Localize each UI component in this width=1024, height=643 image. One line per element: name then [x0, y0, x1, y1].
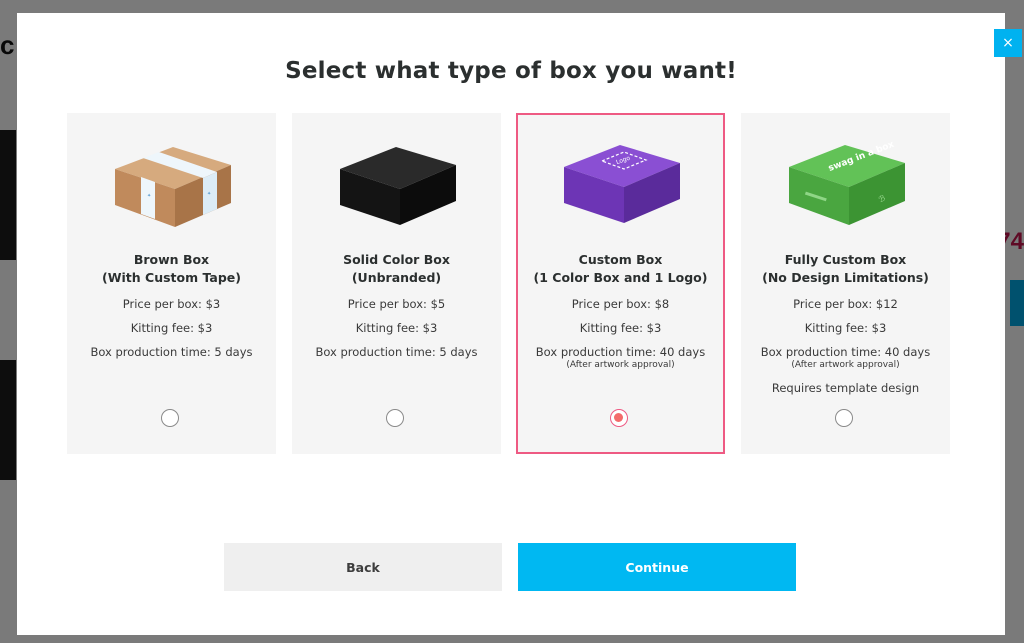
- kitting-fee: Kitting fee: $3: [130, 321, 213, 335]
- black-box-image: [340, 147, 456, 225]
- production-time: Box production time: 5 days: [90, 345, 253, 359]
- radio-selected-dot: [614, 413, 623, 422]
- box-option-name: Fully Custom Box (No Design Limitations): [762, 252, 929, 285]
- box-option-fully-custom[interactable]: swag in a box ℬ Fully Custom Box (No Des…: [741, 113, 950, 454]
- box-option-details: Price per box: $8 Kitting fee: $3 Box pr…: [518, 297, 723, 381]
- box-option-brown[interactable]: ✦ ✦ Brown Box (With Custom Tape) Price p…: [67, 113, 276, 454]
- template-requirement: Requires template design: [771, 381, 920, 395]
- box-option-custom[interactable]: Logo Custom Box (1 Color Box and 1 Logo)…: [516, 113, 725, 454]
- box-type-modal: Select what type of box you want! ✦ ✦ Br…: [17, 13, 1005, 635]
- box-option-name: Custom Box (1 Color Box and 1 Logo): [533, 252, 708, 285]
- kitting-fee: Kitting fee: $3: [579, 321, 662, 335]
- svg-text:✦: ✦: [147, 193, 151, 199]
- price-per-box: Price per box: $3: [122, 297, 221, 311]
- production-time: Box production time: 5 days: [315, 345, 478, 359]
- artwork-approval-note: (After artwork approval): [791, 360, 900, 370]
- box-option-radio[interactable]: [835, 409, 853, 427]
- continue-button[interactable]: Continue: [518, 543, 796, 591]
- artwork-approval-note: (After artwork approval): [566, 360, 675, 370]
- box-option-solid[interactable]: Solid Color Box (Unbranded) Price per bo…: [292, 113, 501, 454]
- box-option-details: Price per box: $5 Kitting fee: $3 Box pr…: [292, 297, 501, 369]
- kitting-fee: Kitting fee: $3: [355, 321, 438, 335]
- box-option-details: Price per box: $12 Kitting fee: $3 Box p…: [741, 297, 950, 395]
- svg-text:✦: ✦: [207, 191, 211, 197]
- price-per-box: Price per box: $5: [347, 297, 446, 311]
- green-box-image: swag in a box ℬ: [789, 140, 905, 225]
- purple-box-image: Logo: [564, 145, 680, 223]
- price-per-box: Price per box: $12: [793, 297, 898, 311]
- close-icon[interactable]: ×: [994, 29, 1022, 57]
- box-option-name: Solid Color Box (Unbranded): [343, 252, 450, 285]
- box-option-name: Brown Box (With Custom Tape): [102, 252, 241, 285]
- box-option-radio-selected[interactable]: [610, 409, 628, 427]
- box-option-radio[interactable]: [386, 409, 404, 427]
- box-option-radio[interactable]: [161, 409, 179, 427]
- modal-title: Select what type of box you want!: [285, 58, 737, 84]
- brown-box-image: ✦ ✦: [115, 147, 231, 227]
- price-per-box: Price per box: $8: [571, 297, 670, 311]
- box-option-details: Price per box: $3 Kitting fee: $3 Box pr…: [67, 297, 276, 369]
- back-button[interactable]: Back: [224, 543, 502, 591]
- kitting-fee: Kitting fee: $3: [804, 321, 887, 335]
